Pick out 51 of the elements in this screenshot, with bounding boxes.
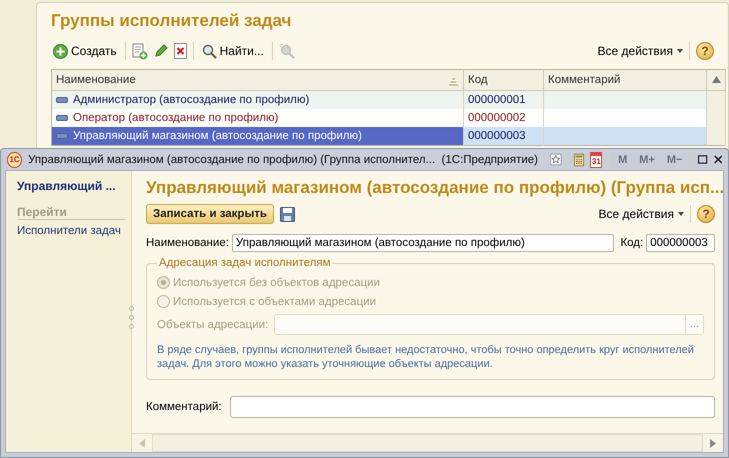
- close-icon[interactable]: [714, 154, 722, 165]
- help-button[interactable]: ?: [697, 205, 715, 223]
- column-header[interactable]: Наименование: [52, 70, 464, 90]
- field-label: Код:: [620, 237, 644, 249]
- table-cell[interactable]: Администратор (автосоздание по профилю): [52, 90, 464, 109]
- hint-text: В ряде случаев, группы исполнителей бывает недостаточно, чтобы точно определить круг исполнителей задач. Для этого можно указать уточняющие объекты адресации.: [157, 343, 695, 371]
- save-and-close-button[interactable]: Записать и закрыть: [146, 204, 274, 224]
- app-logo: 1С: [7, 152, 22, 168]
- save-icon[interactable]: [280, 206, 295, 222]
- window-title: Группы исполнителей задач: [51, 11, 292, 30]
- column-header[interactable]: Код: [464, 70, 544, 90]
- group-title: Адресация задач исполнителям: [158, 257, 332, 269]
- item-icon: [56, 133, 68, 139]
- splitter-handle[interactable]: [129, 306, 134, 329]
- table-cell: 000000001: [464, 90, 544, 109]
- code-field[interactable]: 000000003: [646, 234, 715, 252]
- calendar-button[interactable]: 31: [590, 152, 602, 168]
- field-label: Наименование:: [146, 237, 229, 249]
- sort-icon: [448, 78, 459, 86]
- scrollbar[interactable]: [132, 433, 723, 452]
- field-label: Комментарий:: [146, 401, 222, 413]
- section-title: Перейти: [17, 205, 67, 219]
- name-field[interactable]: Управляющий магазином (автосоздание по профилю): [232, 234, 614, 252]
- column-header[interactable]: Комментарий: [544, 70, 706, 90]
- table-cell[interactable]: Управляющий магазином (автосоздание по профилю): [52, 127, 464, 146]
- item-icon: [56, 115, 68, 121]
- search-icon: [202, 44, 217, 58]
- scroll-up-icon[interactable]: [712, 76, 720, 83]
- copy-icon[interactable]: [132, 42, 148, 60]
- calculator-icon[interactable]: [574, 152, 584, 168]
- plus-icon: [53, 44, 68, 58]
- sidebar-link[interactable]: Исполнители задач: [17, 225, 121, 237]
- comment-field[interactable]: [230, 396, 715, 418]
- all-actions-button[interactable]: Все действия: [598, 44, 683, 58]
- scroll-right-icon[interactable]: [710, 438, 716, 448]
- help-button[interactable]: ?: [696, 42, 714, 60]
- form-heading: Управляющий магазином (автосоздание по профилю) (Группа исп...: [146, 178, 724, 197]
- window-title: Управляющий магазином (автосоздание по профилю) (Группа исполнител... (1С:Предприятие): [28, 154, 538, 166]
- field-label: Объекты адресации:: [157, 318, 268, 330]
- table-cell[interactable]: Оператор (автосоздание по профилю): [52, 109, 464, 127]
- sidebar-title: Управляющий ...: [17, 179, 116, 193]
- delete-icon[interactable]: [174, 43, 187, 59]
- find-button[interactable]: Найти...: [200, 42, 266, 60]
- create-button[interactable]: Создать: [51, 42, 119, 60]
- table-cell: 000000003: [464, 127, 544, 146]
- maximize-icon[interactable]: [698, 154, 708, 165]
- pencil-icon[interactable]: [154, 44, 168, 58]
- table-cell: 000000002: [464, 109, 544, 127]
- item-icon: [56, 97, 68, 103]
- scrollbar[interactable]: [706, 90, 726, 146]
- all-actions-button[interactable]: Все действия: [598, 207, 684, 221]
